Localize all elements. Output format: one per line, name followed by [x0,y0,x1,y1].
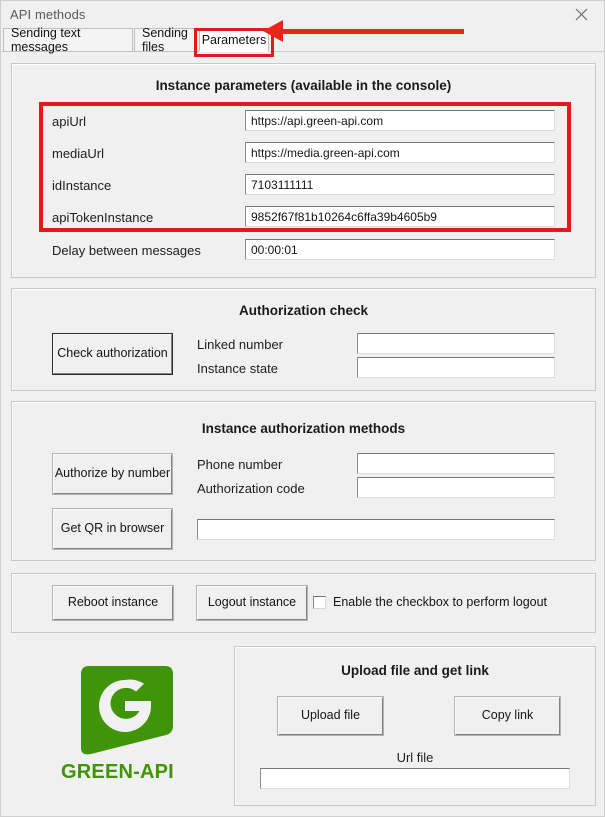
upload-panel: Upload file and get link Upload file Cop… [234,646,596,806]
instance-parameters-panel: Instance parameters (available in the co… [11,63,596,278]
upload-file-button[interactable]: Upload file [277,696,384,736]
authorization-check-panel: Authorization check Check authorization … [11,288,596,391]
button-label: Reboot instance [67,595,159,610]
input-url-file[interactable] [260,768,570,789]
instance-parameters-title: Instance parameters (available in the co… [155,78,452,93]
logout-instance-button[interactable]: Logout instance [196,585,308,621]
label-delay-between-messages: Delay between messages [52,243,201,258]
title-bar: API methods [1,1,604,28]
button-label: Logout instance [207,595,297,610]
enable-logout-checkbox[interactable]: Enable the checkbox to perform logout [313,595,547,609]
tab-label: Sending text messages [11,26,81,54]
label-instance-state: Instance state [197,361,278,376]
authorization-methods-title: Instance authorization methods [201,421,406,436]
input-id-instance[interactable]: 7103111111 [245,174,555,195]
input-api-url[interactable]: https://api.green-api.com [245,110,555,131]
brand-name: GREEN-API [61,761,174,783]
annotation-arrow-head [263,20,283,42]
input-media-url[interactable]: https://media.green-api.com [245,142,555,163]
label-url-file: Url file [396,750,434,765]
upload-title: Upload file and get link [341,663,489,678]
authorization-methods-panel: Instance authorization methods Authorize… [11,401,596,561]
input-linked-number[interactable] [357,333,555,354]
annotation-arrow-shaft [281,29,464,34]
button-label: Get QR in browser [60,521,165,536]
button-label: Copy link [481,708,534,723]
button-label: Upload file [300,708,361,723]
close-icon[interactable] [559,1,604,28]
label-media-url: mediaUrl [52,146,105,161]
input-api-token-instance[interactable]: 9852f67f81b10264c6ffa39b4605b9 [245,206,555,227]
check-authorization-button[interactable]: Check authorization [52,333,173,375]
api-methods-window: API methods Sending text messages Sendin… [0,0,605,817]
instance-actions-panel: Reboot instance Logout instance Enable t… [11,573,596,633]
button-label: Authorize by number [54,466,171,481]
label-phone-number: Phone number [197,457,283,472]
green-api-logo [73,664,178,759]
label-linked-number: Linked number [197,337,283,352]
label-api-token-instance: apiTokenInstance [52,210,154,225]
button-label: Check authorization [57,346,168,361]
authorize-by-number-button[interactable]: Authorize by number [52,453,173,495]
reboot-instance-button[interactable]: Reboot instance [52,585,174,621]
authorization-check-title: Authorization check [238,303,368,318]
input-instance-state[interactable] [357,357,555,378]
label-api-url: apiUrl [52,114,86,129]
get-qr-in-browser-button[interactable]: Get QR in browser [52,508,173,550]
tab-label: Parameters [201,33,267,47]
tab-sending-files[interactable]: Sending files [134,26,206,54]
checkbox-box[interactable] [313,595,326,609]
checkbox-label: Enable the checkbox to perform logout [333,595,548,609]
input-qr-link[interactable] [197,519,555,540]
input-authorization-code[interactable] [357,477,555,498]
label-authorization-code: Authorization code [197,481,305,496]
input-phone-number[interactable] [357,453,555,474]
copy-link-button[interactable]: Copy link [454,696,561,736]
tab-sending-text-messages[interactable]: Sending text messages [3,26,133,54]
input-delay-between-messages[interactable]: 00:00:01 [245,239,555,260]
label-id-instance: idInstance [52,178,112,193]
tab-parameters[interactable]: Parameters [199,28,269,52]
tab-label: Sending files [142,26,188,54]
window-title: API methods [10,7,86,22]
